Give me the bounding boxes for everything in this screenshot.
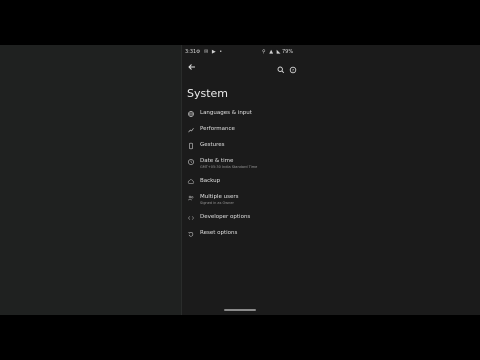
- setting-performance[interactable]: Performance: [182, 123, 322, 139]
- setting-multiple-users[interactable]: Multiple users Signed in as Owner: [182, 191, 322, 207]
- svg-text:?: ?: [292, 68, 294, 73]
- battery-level: 79%: [282, 49, 294, 55]
- left-pane: [0, 45, 181, 315]
- setting-reset-options[interactable]: Reset options: [182, 227, 322, 243]
- setting-label: Languages & input: [200, 110, 252, 116]
- setting-label: Multiple users: [200, 194, 239, 200]
- performance-icon: [187, 126, 195, 134]
- users-icon: [187, 194, 195, 202]
- setting-gestures[interactable]: Gestures: [182, 139, 322, 155]
- setting-backup[interactable]: Backup: [182, 175, 322, 191]
- setting-label: Backup: [200, 178, 221, 184]
- gesture-nav-handle[interactable]: [224, 309, 256, 311]
- code-icon: [187, 214, 195, 222]
- help-icon[interactable]: ?: [287, 61, 299, 74]
- page-title: System: [187, 87, 229, 100]
- setting-label: Date & time: [200, 158, 234, 164]
- setting-label: Reset options: [200, 230, 238, 236]
- clock-icon: [187, 158, 195, 166]
- setting-subtitle: Signed in as Owner: [200, 201, 234, 205]
- setting-label: Performance: [200, 126, 235, 132]
- globe-icon: [187, 110, 195, 118]
- status-time: 3:31: [185, 49, 197, 55]
- setting-developer-options[interactable]: Developer options: [182, 211, 322, 227]
- setting-label: Developer options: [200, 214, 251, 220]
- setting-languages-input[interactable]: Languages & input: [182, 107, 322, 123]
- setting-label: Gestures: [200, 142, 225, 148]
- status-bar: 3:31 ⚙ ✉ ▶ • ⚲ ▲ ◣ 79%: [182, 45, 480, 59]
- setting-date-time[interactable]: Date & time GMT+05:30 India Standard Tim…: [182, 155, 322, 171]
- search-icon[interactable]: [275, 61, 287, 74]
- letterbox-bottom: [0, 315, 480, 360]
- phone-icon: [187, 142, 195, 150]
- backup-icon: [187, 178, 195, 186]
- signal-icons: ⚲ ▲ ◣: [262, 49, 282, 55]
- reset-icon: [187, 230, 195, 238]
- setting-subtitle: GMT+05:30 India Standard Time: [200, 165, 258, 169]
- notification-icons: ⚙ ✉ ▶ •: [196, 49, 224, 55]
- letterbox-top: [0, 0, 480, 45]
- arrow-back-icon[interactable]: [186, 61, 198, 73]
- system-settings-screen: 3:31 ⚙ ✉ ▶ • ⚲ ▲ ◣ 79% ? System Language…: [182, 45, 480, 315]
